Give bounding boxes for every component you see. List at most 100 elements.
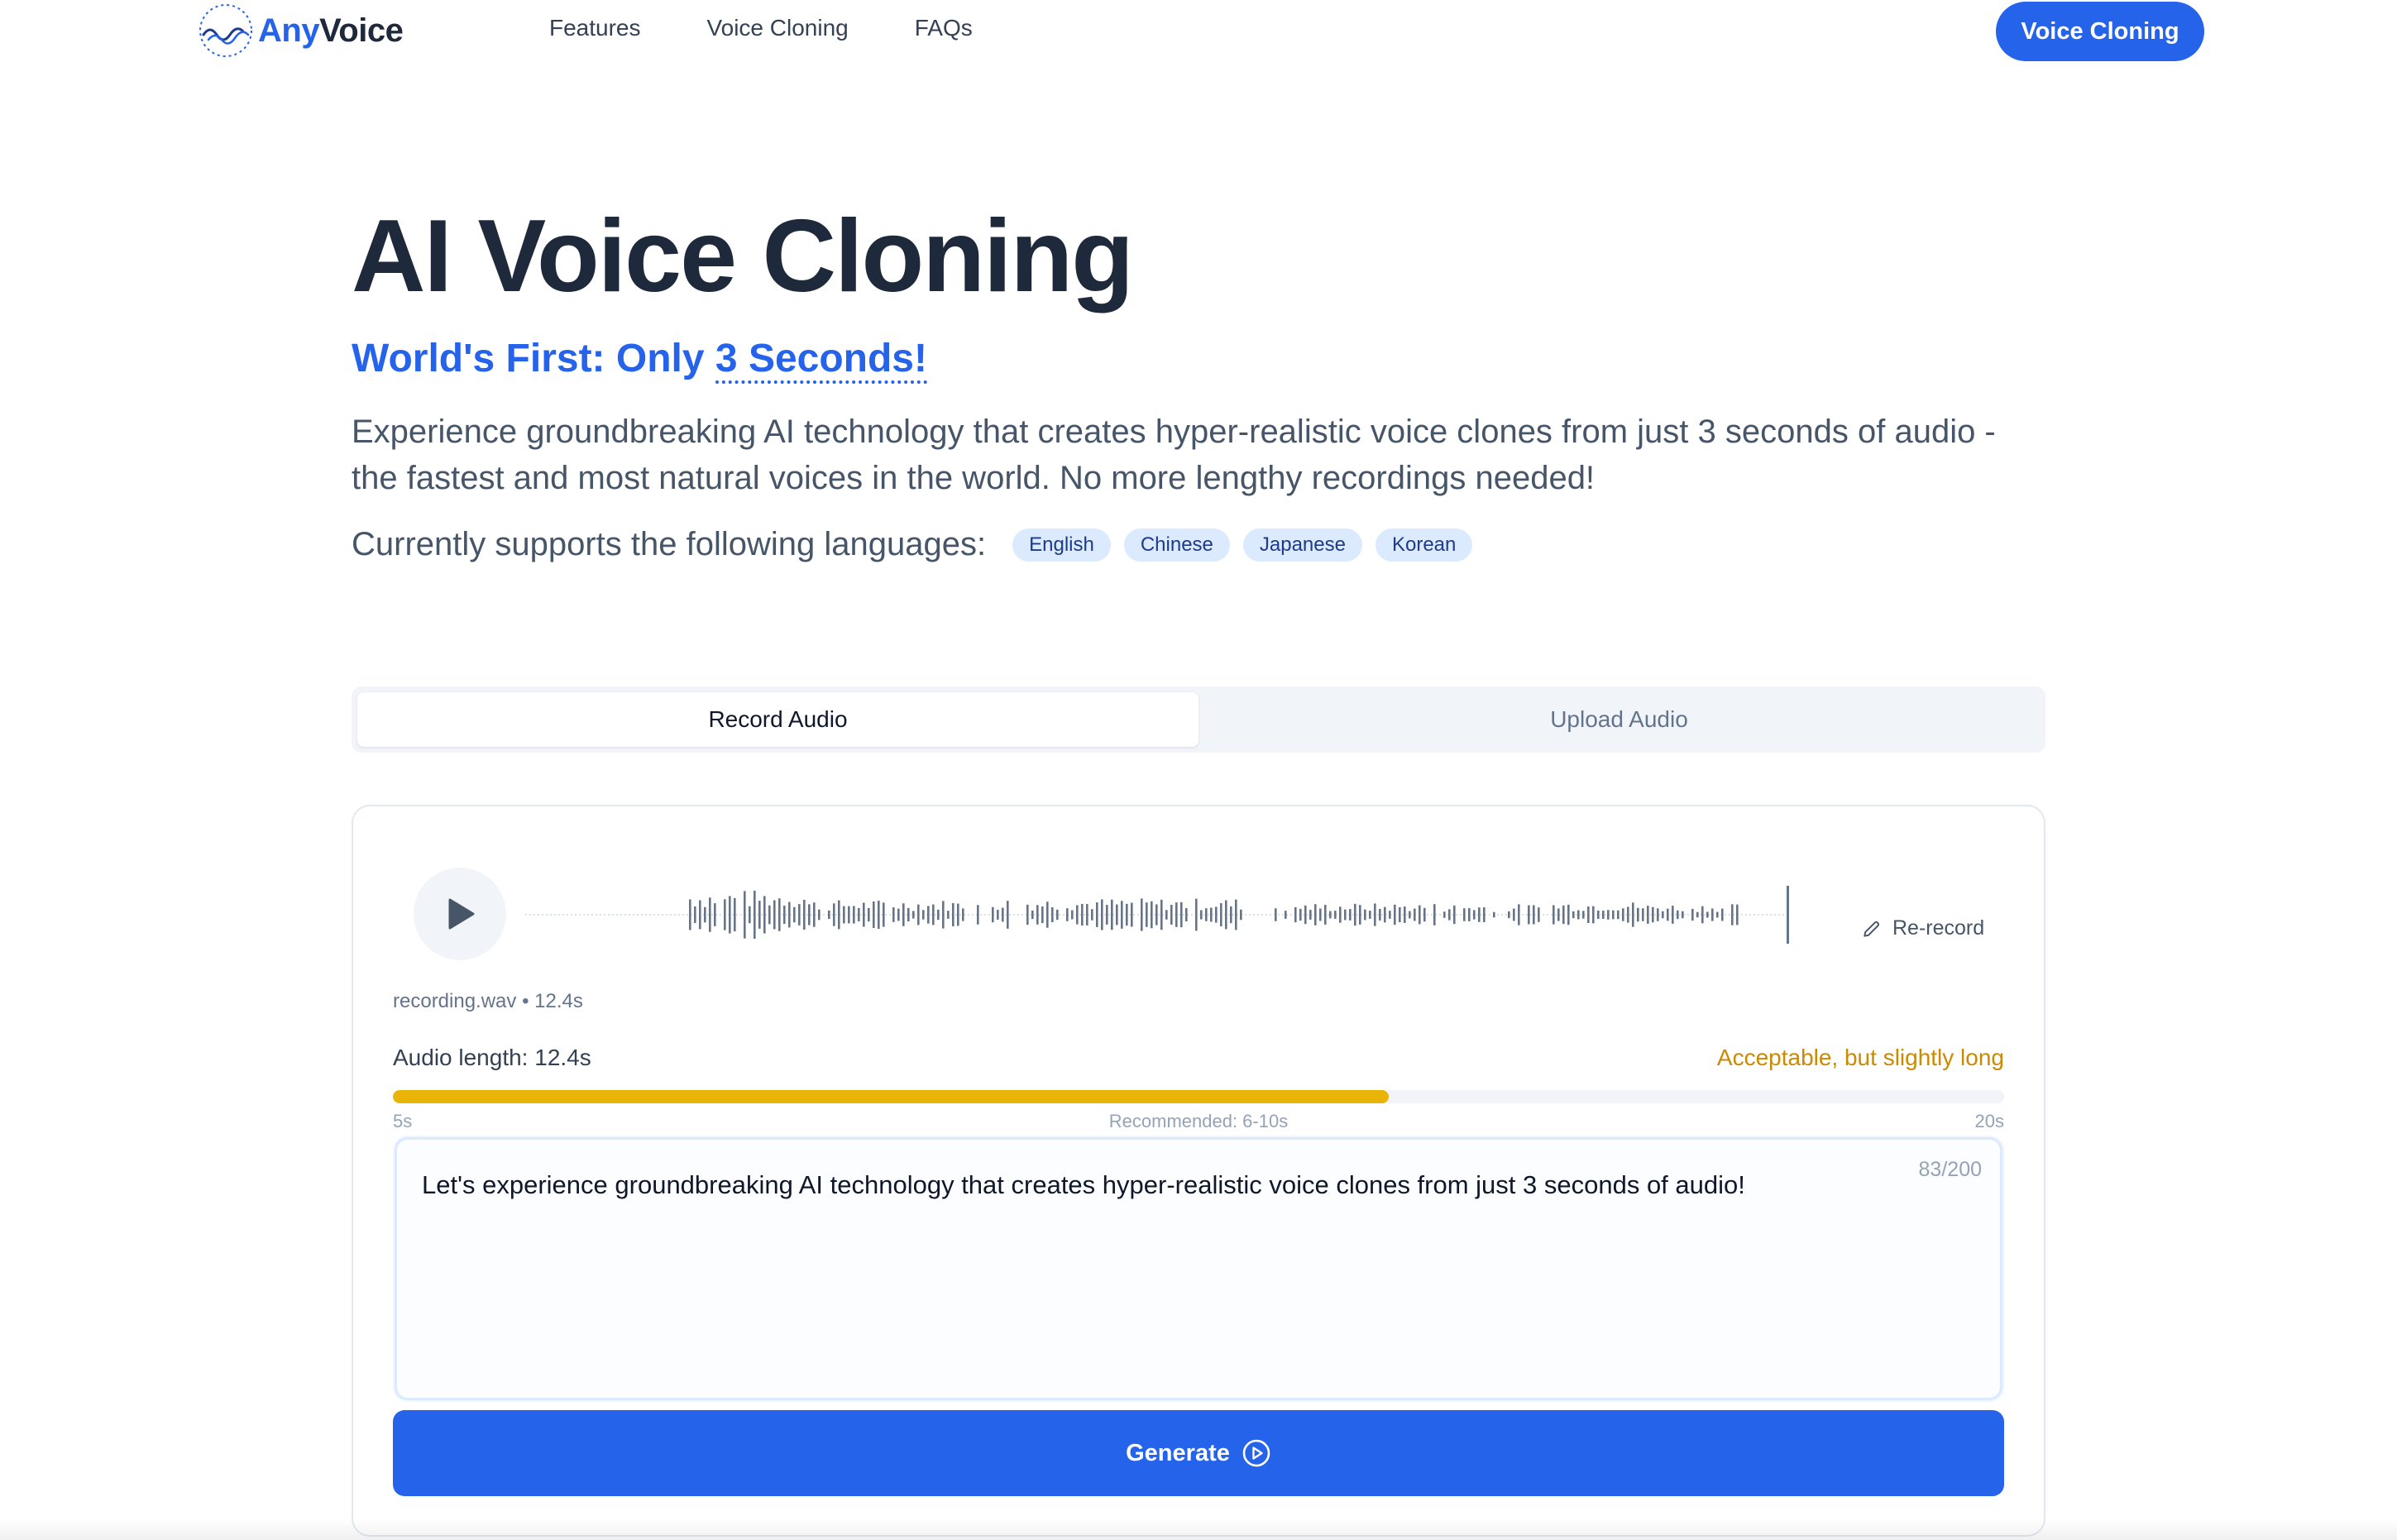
waveform-bar xyxy=(1716,911,1719,918)
waveform-bar xyxy=(1007,901,1009,929)
waveform-bar xyxy=(1423,907,1426,922)
waveform-bar xyxy=(902,903,905,926)
waveform-bar xyxy=(853,906,855,924)
waveform-bar xyxy=(1483,907,1486,922)
waveform-bar xyxy=(1443,911,1446,918)
waveform-bar xyxy=(1592,906,1595,924)
char-count: 83/200 xyxy=(1918,1158,1982,1181)
waveform-bar xyxy=(997,910,999,920)
waveform-bar xyxy=(952,902,954,927)
waveform-bar xyxy=(1364,909,1366,921)
top-nav: AnyVoice Features Voice Cloning FAQs Voi… xyxy=(0,0,2397,63)
waveform-bar xyxy=(828,910,830,920)
waveform-bar xyxy=(754,890,756,940)
waveform-bar xyxy=(1344,909,1347,921)
waveform-bar xyxy=(1448,909,1451,921)
waveform-bar xyxy=(1195,898,1198,931)
play-icon xyxy=(448,898,475,930)
waveform-bar xyxy=(1617,910,1620,920)
waveform-bar xyxy=(1572,911,1575,919)
waveform-bar xyxy=(1175,902,1178,927)
waveform-bar xyxy=(1046,902,1049,928)
waveform-bar xyxy=(1369,911,1371,919)
waveform-bar xyxy=(1557,908,1560,921)
waveform-bar xyxy=(783,906,786,924)
waveform-bar xyxy=(1076,905,1079,925)
hero-description: Experience groundbreaking AI technology … xyxy=(352,414,1996,496)
waveform-bar xyxy=(724,899,726,930)
nav-links: Features Voice Cloning FAQs xyxy=(549,15,973,41)
playhead-cursor xyxy=(1787,886,1789,944)
waveform-bar xyxy=(1026,904,1029,925)
tab-record-audio[interactable]: Record Audio xyxy=(357,692,1198,747)
waveform-bar xyxy=(1106,905,1108,925)
waveform-bar xyxy=(1528,905,1530,925)
prompt-textarea[interactable] xyxy=(397,1140,2000,1398)
waveform-bar xyxy=(1091,909,1093,921)
page-title: AI Voice Cloning xyxy=(352,199,1134,313)
waveform-bar xyxy=(1116,904,1118,925)
nav-link-features[interactable]: Features xyxy=(549,15,641,41)
waveform-bar xyxy=(1587,906,1590,923)
waveform-bar xyxy=(1126,903,1128,926)
tab-upload-audio[interactable]: Upload Audio xyxy=(1198,692,2040,747)
waveform-bar xyxy=(927,906,930,924)
waveform-bar xyxy=(1612,910,1615,920)
waveform-bar xyxy=(1146,902,1148,927)
waveform-bar xyxy=(1721,908,1724,921)
waveform-bar xyxy=(1647,906,1649,924)
waveform-bar xyxy=(1562,905,1565,925)
waveform-bar xyxy=(897,908,900,921)
waveform-bar xyxy=(1304,905,1307,925)
waveform-bar xyxy=(917,904,920,925)
waveform-bar xyxy=(1404,906,1406,923)
waveform-bar xyxy=(1319,908,1322,921)
rerecord-button[interactable]: Re-record xyxy=(1856,916,1989,941)
waveform-bar xyxy=(1031,910,1034,920)
language-chip-korean: Korean xyxy=(1375,528,1473,562)
waveform-bar xyxy=(1314,904,1317,925)
waveform-bar xyxy=(793,906,796,923)
waveform-bar xyxy=(1121,901,1123,929)
waveform-bar xyxy=(1389,911,1391,919)
language-chip-chinese: Chinese xyxy=(1123,528,1230,562)
logo[interactable]: AnyVoice xyxy=(197,2,404,60)
audio-waveform[interactable] xyxy=(525,884,1799,945)
waveform-bar xyxy=(1736,904,1739,925)
waveform-bar xyxy=(1205,908,1208,921)
waveform-bar xyxy=(1394,904,1396,925)
nav-link-faqs[interactable]: FAQs xyxy=(915,15,973,41)
waveform-bar xyxy=(749,906,751,924)
waveform-bar xyxy=(1597,910,1600,920)
waveform-bar xyxy=(1036,905,1039,925)
waveform-bar xyxy=(977,905,979,925)
waveform-bar xyxy=(1667,908,1669,921)
waveform-bar xyxy=(1478,907,1481,922)
waveform-bar xyxy=(1041,906,1044,924)
waveform-bar xyxy=(808,904,811,925)
waveform-bar xyxy=(907,907,910,922)
waveform-bar xyxy=(773,900,776,930)
waveform-bar xyxy=(694,906,696,924)
waveform-bar xyxy=(1453,905,1456,925)
waveform-bar xyxy=(1662,911,1664,919)
waveform-bar xyxy=(778,898,781,931)
waveform-bar xyxy=(1339,906,1342,923)
waveform-bar xyxy=(1160,899,1163,930)
play-button[interactable] xyxy=(414,868,506,960)
scale-max-label: 20s xyxy=(1974,1111,2004,1131)
waveform-bar xyxy=(1324,905,1327,925)
waveform-bar xyxy=(1567,904,1570,925)
voice-cloning-cta-button[interactable]: Voice Cloning xyxy=(1996,2,2204,61)
play-circle-icon xyxy=(1242,1439,1270,1467)
pencil-icon xyxy=(1864,921,1880,937)
waveform-bar xyxy=(1141,898,1143,931)
waveform-bar xyxy=(1602,911,1605,919)
nav-link-voice-cloning[interactable]: Voice Cloning xyxy=(707,15,849,41)
subtitle-emphasis: 3 Seconds! xyxy=(715,337,927,384)
prompt-text-box: 83/200 xyxy=(395,1137,2002,1400)
audio-length-bar xyxy=(393,1090,2004,1103)
waveform-bar xyxy=(689,899,691,930)
generate-button[interactable]: Generate xyxy=(393,1410,2004,1496)
waveform-bar xyxy=(1170,904,1173,925)
